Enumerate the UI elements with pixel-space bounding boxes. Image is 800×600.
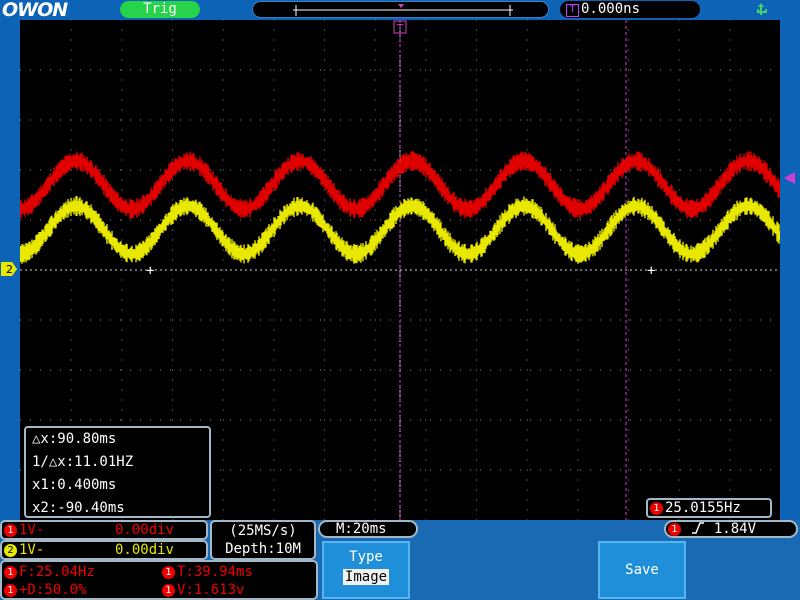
cursor-x2: x2:-90.40ms [32, 500, 125, 516]
ch1-settings[interactable]: 1 1V- 0.00div [0, 520, 208, 540]
cursor-readout-panel: △x:90.80ms 1/△x:11.01HZ x1:0.400ms x2:-9… [24, 426, 211, 518]
measure-vpp: V:1.613v [177, 582, 245, 598]
ch1-badge-icon: 1 [4, 523, 17, 537]
ch1-scale: 1V- [19, 522, 45, 538]
measure-duty-cycle: +D:50.0% [19, 582, 87, 598]
ch2-scale: 1V- [19, 542, 45, 558]
trigger-position-marker: T [393, 20, 407, 34]
ch2-ground-marker[interactable]: 2 [0, 261, 18, 277]
usb-status-icon [757, 3, 767, 15]
measure-period-row: 1 T:39.94ms [160, 563, 253, 581]
cursor-delta-x: △x:90.80ms [32, 431, 117, 447]
ch1-badge-icon: 1 [162, 583, 175, 597]
measure-frequency: F:25.04Hz [19, 564, 95, 580]
ch1-offset: 0.00div [114, 522, 174, 538]
frequency-counter: 1 25.0155Hz [646, 498, 772, 518]
type-value: Image [342, 569, 390, 585]
type-menu-button[interactable]: Type Image [322, 541, 410, 599]
memory-position-bar[interactable] [252, 1, 549, 18]
ch2-marker-label: 2 [6, 263, 13, 276]
ch1-badge-icon: 1 [4, 565, 17, 579]
ch1-badge-icon: 1 [4, 583, 17, 597]
measure-period: T:39.94ms [177, 564, 253, 580]
brand-logo: OWON [2, 0, 68, 21]
trigger-marker-label: T [396, 23, 404, 34]
save-button[interactable]: Save [598, 541, 686, 599]
acquisition-info: (25MS/s) Depth:10M [210, 520, 316, 560]
trigger-level-marker[interactable] [782, 171, 796, 185]
ch2-settings[interactable]: 2 1V- 0.00div [0, 540, 208, 560]
ch2-offset: 0.00div [114, 542, 174, 558]
ch1-badge-icon: 1 [668, 522, 681, 536]
cursor-inverse-delta-x: 1/△x:11.01HZ [32, 454, 134, 470]
trigger-level: 1.84V [713, 521, 757, 537]
measurement-panel: 1 F:25.04Hz 1 T:39.94ms 1 +D:50.0% 1 V:1.613… [0, 560, 318, 600]
ch1-badge-icon: 1 [650, 501, 663, 515]
measure-duty-row: 1 +D:50.0% [2, 581, 86, 599]
trigger-position-value: 0.000ns [581, 1, 641, 17]
trigger-position-icon: T [566, 4, 579, 17]
sample-rate: (25MS/s) [229, 523, 297, 539]
cursor-plus-right: + [647, 263, 655, 279]
trigger-position-readout: T 0.000ns [560, 1, 700, 18]
memory-depth: Depth:10M [225, 541, 301, 557]
ch1-badge-icon: 1 [162, 565, 175, 579]
cursor-x1: x1:0.400ms [32, 477, 117, 493]
measure-frequency-row: 1 F:25.04Hz [2, 563, 95, 581]
cursor-plus-left: + [146, 263, 154, 279]
memory-position-indicator [293, 4, 513, 16]
ch2-badge-icon: 2 [4, 543, 17, 557]
frequency-value: 25.0155Hz [665, 500, 741, 516]
timebase-readout[interactable]: M:20ms [318, 520, 418, 538]
trigger-status-badge: Trig [120, 1, 200, 18]
measure-vpp-row: 1 V:1.613v [160, 581, 244, 599]
type-label: Type [349, 549, 383, 565]
right-marker-strip [780, 20, 800, 520]
trigger-settings[interactable]: 1 1.84V [664, 520, 798, 538]
rising-edge-icon [692, 522, 705, 534]
